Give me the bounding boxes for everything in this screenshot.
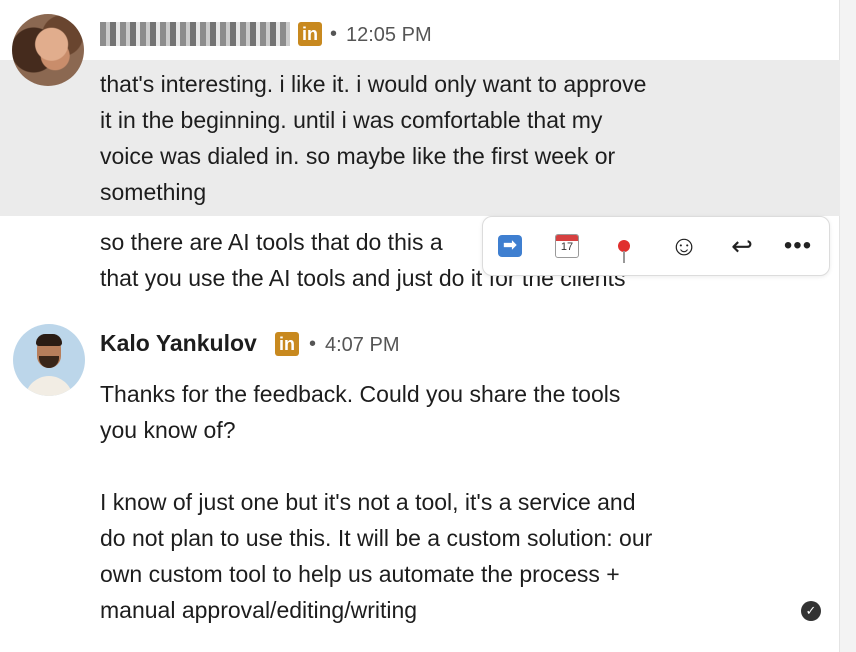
calendar-icon[interactable]: 17	[552, 231, 582, 261]
sender-name[interactable]: Kalo Yankulov	[100, 330, 257, 357]
sender-name-redacted[interactable]	[100, 22, 290, 46]
avatar[interactable]	[12, 14, 84, 86]
more-options-icon[interactable]: •••	[783, 231, 813, 261]
forward-glyph: ➡	[498, 235, 522, 257]
avatar[interactable]	[13, 324, 85, 396]
separator-dot: •	[330, 23, 338, 45]
forward-icon[interactable]: ➡	[495, 231, 525, 261]
message-timestamp: 4:07 PM	[325, 334, 400, 356]
message-actions-toolbar: ➡ 17 ☺ ↩ •••	[482, 216, 830, 276]
linkedin-icon: in	[298, 22, 322, 46]
linkedin-icon: in	[275, 332, 299, 356]
message-body: that's interesting. i like it. i would o…	[100, 71, 647, 205]
pin-icon[interactable]	[609, 231, 639, 263]
message-body: Thanks for the feedback. Could you share…	[100, 381, 653, 623]
calendar-day: 17	[560, 241, 574, 253]
message-timestamp: 12:05 PM	[346, 24, 432, 46]
add-reaction-icon[interactable]: ☺	[669, 230, 699, 261]
reply-icon[interactable]: ↩	[727, 231, 757, 261]
read-receipt-icon: ✓	[801, 601, 821, 621]
separator-dot: •	[309, 333, 317, 355]
scrollbar-track[interactable]	[839, 0, 856, 652]
